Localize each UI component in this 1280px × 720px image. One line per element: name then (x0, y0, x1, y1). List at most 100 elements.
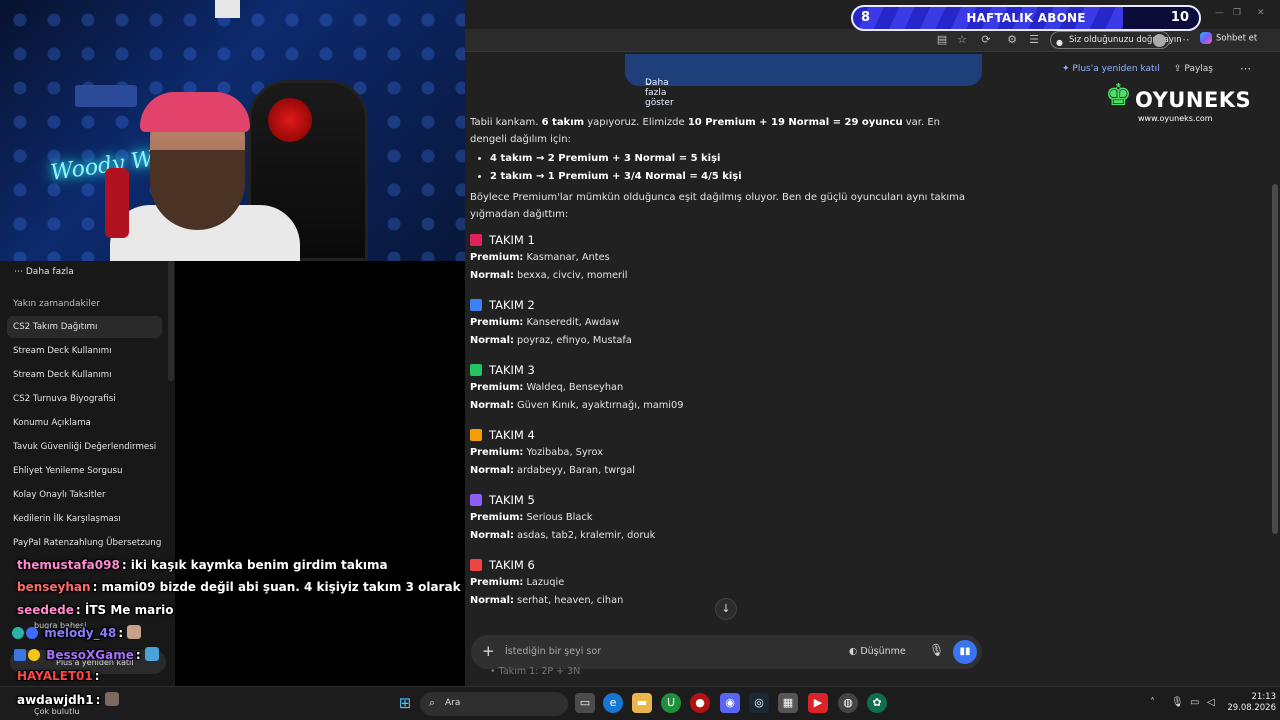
oyuneks-url: www.oyuneks.com (1138, 114, 1213, 123)
team-name: TAKIM 3 (489, 362, 535, 377)
microphone-icon[interactable]: 🎙 (929, 643, 944, 657)
profile-warning-icon: ● (1056, 38, 1063, 47)
network-icon[interactable]: ▭ (1190, 697, 1199, 708)
normal-key: Normal: (470, 399, 514, 411)
chevron-down-icon: ⌄ (645, 78, 653, 88)
calculator-icon[interactable]: ▦ (778, 693, 798, 713)
think-toggle[interactable]: ◐ Düşünme (849, 646, 906, 657)
chat-message: themustafa098: iki kaşık kaymka benim gi… (17, 558, 388, 572)
obs-icon[interactable]: ◍ (838, 693, 858, 713)
normal-key: Normal: (470, 334, 514, 346)
team-normal-line: Normal: Güven Kınık, ayaktırnağı, mami09 (470, 397, 980, 415)
reader-icon[interactable]: ▤ (935, 33, 949, 47)
chat-user: BessoXGame (46, 648, 134, 662)
team-normal-line: Normal: asdas, tab2, kralemir, doruk (470, 527, 980, 545)
team-name: TAKIM 5 (489, 492, 535, 507)
chatgpt-icon[interactable]: ✿ (867, 693, 887, 713)
browser-toolbar: ▤ ☆ ⟳ ⚙ ☰ ● Siz olduğunuzu doğrulayın ⋯ … (465, 29, 1280, 52)
premium-players: Kasmanar, Antes (526, 252, 610, 263)
distribution-list: 4 takım → 2 Premium + 3 Normal = 5 kişi … (490, 150, 980, 185)
scroll-down-button[interactable]: ↓ (715, 598, 737, 620)
discord-icon[interactable]: ◉ (720, 693, 740, 713)
bits-badge-icon (28, 649, 40, 661)
share-button[interactable]: ⇪ Paylaş (1174, 64, 1213, 74)
copilot-chat-button[interactable]: Sohbet et (1200, 32, 1257, 44)
chat-user: benseyhan (17, 580, 91, 594)
distribution-text: 2 takım → 1 Premium + 3/4 Normal = 4/5 k… (490, 171, 742, 182)
sidebar-chat-item[interactable]: Stream Deck Kullanımı (7, 340, 162, 362)
normal-players: ardabeyy, Baran, twrgal (516, 464, 635, 476)
maximize-icon[interactable]: ❐ (1233, 8, 1241, 18)
sparkle-icon: ✦ (1062, 64, 1070, 74)
premium-key: Premium: (470, 317, 524, 328)
chat-user: melody_48 (44, 626, 117, 640)
emote-icon (144, 647, 159, 661)
conversation-menu-icon[interactable]: ⋯ (1240, 62, 1251, 75)
conversation-scrollbar[interactable] (1272, 184, 1278, 534)
recent-section-label: Yakın zamandakiler (13, 299, 100, 309)
normal-key: Normal: (470, 529, 514, 541)
chat-message: seedede: İTS Me mario (17, 603, 173, 617)
intro-text-1: Tabii kankam. (470, 117, 542, 128)
extensions-icon[interactable]: ⚙ (1005, 33, 1019, 47)
chat-text: : iki kaşık kaymka benim girdim takıma (121, 558, 388, 572)
premium-players: Serious Black (526, 512, 593, 523)
sidebar-chat-item[interactable]: Tavuk Güvenliği Değerlendirmesi (7, 436, 162, 458)
windows-start-icon[interactable]: ⊞ (395, 693, 415, 713)
copilot-icon (1200, 32, 1212, 44)
share-label: Paylaş (1184, 64, 1213, 74)
sidebar-chat-item[interactable]: Ehliyet Yenileme Sorgusu (7, 460, 162, 482)
sidebar-chat-item[interactable]: PayPal Ratenzahlung Übersetzung (7, 532, 162, 554)
team-heading: TAKIM 5 (470, 491, 980, 509)
minimize-icon[interactable]: — (1215, 8, 1224, 18)
sidebar-chat-item[interactable]: Konumu Açıklama (7, 412, 162, 434)
team-heading: TAKIM 2 (470, 296, 980, 314)
collections-icon[interactable]: ☰ (1027, 33, 1041, 47)
taskbar-search[interactable]: ⌕ Ara (420, 692, 568, 716)
more-menu-icon[interactable]: ⋯ (1177, 33, 1191, 47)
team-premium-line: Premium: Yozibaba, Syrox (470, 444, 980, 462)
voice-mode-button[interactable]: ▮▮ (953, 640, 977, 664)
sidebar-chat-item[interactable]: Kolay Onaylı Taksitler (7, 484, 162, 506)
volume-icon[interactable]: ◁ (1207, 697, 1215, 708)
edge-browser-icon[interactable]: e (603, 693, 623, 713)
normal-key: Normal: (470, 269, 514, 281)
prompt-input[interactable]: İstediğin bir şeyi sor (505, 646, 601, 657)
user-message-bubble: Daha fazla göster ⌄ (625, 54, 982, 108)
explanation-paragraph: Böylece Premium'lar mümkün olduğunca eşi… (470, 192, 966, 220)
team-normal-line: Normal: ardabeyy, Baran, twrgal (470, 462, 980, 480)
more-button[interactable]: ⋯ Daha fazla (14, 267, 74, 277)
attach-plus-icon[interactable]: + (482, 642, 495, 660)
rejoin-plus-label: Plus'a yeniden katıl (1072, 64, 1160, 74)
verify-identity-button[interactable]: ● Siz olduğunuzu doğrulayın (1050, 31, 1182, 49)
file-explorer-icon[interactable]: ▬ (632, 693, 652, 713)
search-icon: ⌕ (429, 696, 436, 709)
rejoin-plus-link[interactable]: ✦ Plus'a yeniden katıl (1062, 64, 1160, 74)
sidebar-chat-item[interactable]: Kedilerin İlk Karşılaşması (7, 508, 162, 530)
red-app-icon[interactable]: ● (690, 693, 710, 713)
sidebar-chat-item[interactable]: CS2 Takım Dağıtımı (7, 316, 162, 338)
sidebar-chat-item[interactable]: CS2 Turnuva Biyografisi (7, 388, 162, 410)
sidebar-scrollbar[interactable] (168, 261, 174, 381)
media-app-icon[interactable]: ▶ (808, 693, 828, 713)
clock-time: 21:13 (1251, 692, 1277, 702)
tray-mic-icon[interactable]: 🎙 (1171, 697, 1184, 708)
lightbulb-icon: ◐ (849, 646, 858, 657)
refresh-extension-icon[interactable]: ⟳ (979, 33, 993, 47)
team-color-square-icon (470, 364, 482, 376)
team-color-square-icon (470, 299, 482, 311)
tray-chevron-up-icon[interactable]: ˄ (1150, 697, 1155, 708)
steam-icon[interactable]: ◎ (749, 693, 769, 713)
clock[interactable]: 21:13 29.08.2026 (1226, 692, 1276, 714)
close-icon[interactable]: ✕ (1257, 8, 1265, 18)
upwork-icon[interactable]: U (661, 693, 681, 713)
arrow-down-icon: ↓ (721, 602, 731, 615)
sidebar-chat-item[interactable]: Stream Deck Kullanımı (7, 364, 162, 386)
task-view-icon[interactable]: ▭ (575, 693, 595, 713)
bullet: • (490, 666, 499, 677)
premium-key: Premium: (470, 577, 524, 588)
distribution-item: 2 takım → 1 Premium + 3/4 Normal = 4/5 k… (490, 168, 980, 185)
chat-message: HAYALET01: (17, 669, 100, 683)
premium-players: Waldeq, Benseyhan (526, 382, 624, 393)
favorite-star-icon[interactable]: ☆ (955, 33, 969, 47)
